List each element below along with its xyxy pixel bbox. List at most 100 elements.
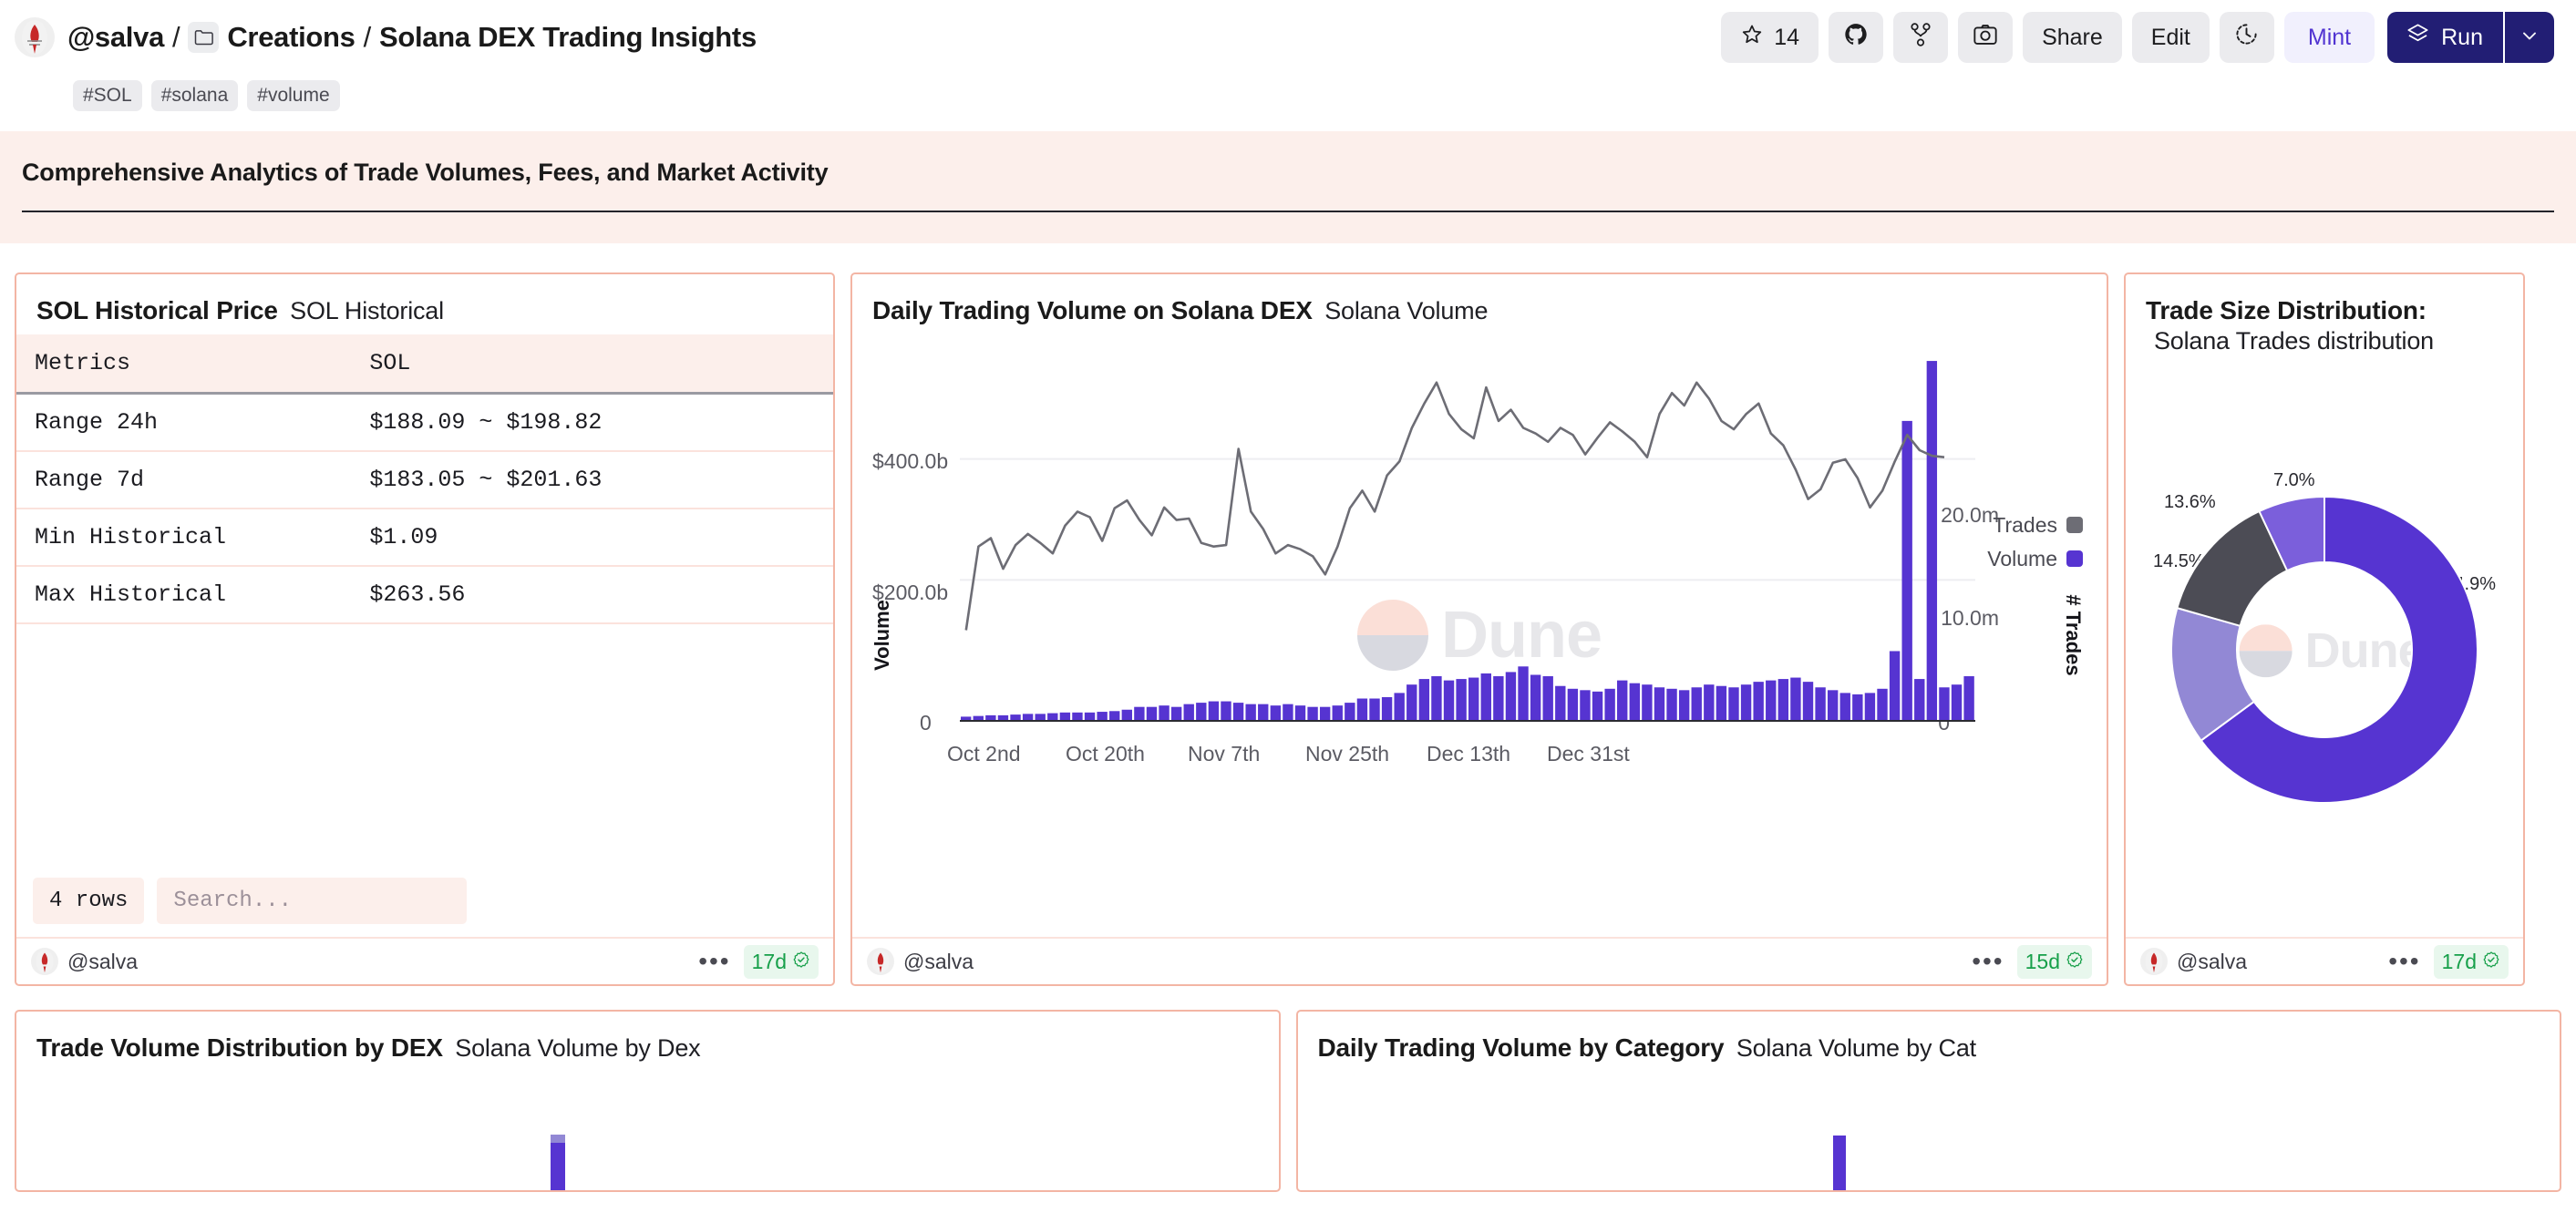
query-age-badge: 15d xyxy=(2016,944,2092,979)
panel-subtitle[interactable]: Solana Volume by Cat xyxy=(1736,1034,1976,1062)
query-age-label: 17d xyxy=(2441,949,2477,973)
edit-label: Edit xyxy=(2150,24,2190,50)
cell-value: $183.05 ~ $201.63 xyxy=(351,450,833,509)
panel-title: Daily Trading Volume on Solana DEX xyxy=(872,296,1313,324)
legend-label-volume: Volume xyxy=(1987,546,2057,570)
panel-footer: @salva ••• 15d xyxy=(852,937,2107,984)
author-avatar-icon xyxy=(2140,948,2168,975)
tag-sol[interactable]: #SOL xyxy=(73,80,142,111)
run-label: Run xyxy=(2441,24,2483,50)
query-age-badge: 17d xyxy=(2433,944,2509,979)
more-options-icon[interactable]: ••• xyxy=(2388,949,2420,974)
fork-button[interactable] xyxy=(1893,12,1949,63)
panel-daily-trading-volume: Daily Trading Volume on Solana DEX Solan… xyxy=(850,272,2108,986)
fork-icon xyxy=(1909,22,1932,54)
panel-subtitle[interactable]: SOL Historical xyxy=(290,297,444,324)
tag-volume[interactable]: #volume xyxy=(247,80,340,111)
column-header-sol[interactable]: SOL xyxy=(351,334,833,395)
clock-history-icon xyxy=(2234,22,2259,53)
chart-canvas-volume-by-category[interactable] xyxy=(1298,1072,2561,1190)
footer-actions: ••• 17d xyxy=(2388,944,2509,979)
edit-button[interactable]: Edit xyxy=(2131,12,2210,63)
star-icon xyxy=(1740,23,1764,53)
panel-title: Daily Trading Volume by Category xyxy=(1317,1033,1725,1062)
panel-title: SOL Historical Price xyxy=(36,296,278,324)
star-button[interactable]: 14 xyxy=(1721,12,1819,63)
panel-header: Daily Trading Volume on Solana DEX Solan… xyxy=(852,274,2107,334)
cell-metric: Min Historical xyxy=(16,508,352,567)
breadcrumb: @salva / Creations / Solana DEX Trading … xyxy=(67,21,757,54)
panel-header: SOL Historical Price SOL Historical xyxy=(16,274,833,334)
header-toolbar: 14 Share Edit Mint Run xyxy=(1721,12,2554,63)
cell-metric: Range 24h xyxy=(16,393,352,452)
panel-subtitle[interactable]: Solana Trades distribution xyxy=(2154,327,2434,355)
description-title: Comprehensive Analytics of Trade Volumes… xyxy=(22,159,829,186)
run-dropdown-button[interactable] xyxy=(2503,12,2554,63)
cell-metric: Max Historical xyxy=(16,565,352,624)
legend-label-trades: Trades xyxy=(1993,512,2057,537)
table-row: Range 7d $183.05 ~ $201.63 xyxy=(16,450,833,509)
stacked-bar xyxy=(1832,1136,1846,1190)
footer-actions: ••• 17d xyxy=(698,944,819,979)
chart-legend: Trades Volume xyxy=(1987,513,2083,571)
bar-segment-main xyxy=(1832,1136,1846,1190)
tag-list: #SOL #solana #volume xyxy=(0,75,2576,117)
bar-segment-top xyxy=(551,1135,565,1143)
table-row: Min Historical $1.09 xyxy=(16,508,833,567)
panel-footer: @salva ••• 17d xyxy=(2126,937,2523,984)
search-input[interactable] xyxy=(157,878,468,924)
breadcrumb-separator-2: / xyxy=(363,21,372,53)
run-button[interactable]: Run xyxy=(2387,12,2503,63)
panel-title: Trade Volume Distribution by DEX xyxy=(36,1033,443,1062)
author-avatar-icon xyxy=(31,948,58,975)
panel-footer: @salva ••• 17d xyxy=(16,937,833,984)
table-row: Range 24h $188.09 ~ $198.82 xyxy=(16,393,833,452)
panel-header: Daily Trading Volume by Category Solana … xyxy=(1298,1012,2561,1072)
verified-badge-icon xyxy=(2066,950,2084,974)
panel-title: Trade Size Distribution: xyxy=(2146,296,2427,324)
chart-canvas-daily-volume[interactable]: Dune Volume # Trades $400.0b $200.0b 0 2… xyxy=(852,334,2107,937)
more-options-icon[interactable]: ••• xyxy=(1972,949,2004,974)
user-avatar[interactable] xyxy=(15,17,55,57)
panel-subtitle[interactable]: Solana Volume xyxy=(1324,297,1488,324)
tag-solana[interactable]: #solana xyxy=(150,80,239,111)
description-divider xyxy=(22,211,2554,212)
share-button[interactable]: Share xyxy=(2023,12,2122,63)
legend-item-volume[interactable]: Volume xyxy=(1987,547,2083,571)
legend-swatch-trades xyxy=(2066,517,2083,534)
page-title: Solana DEX Trading Insights xyxy=(378,21,757,53)
panel-volume-by-dex: Trade Volume Distribution by DEX Solana … xyxy=(15,1010,1281,1192)
author-name[interactable]: @salva xyxy=(67,950,138,974)
panel-subtitle[interactable]: Solana Volume by Dex xyxy=(455,1034,700,1062)
table-row: Max Historical $263.56 xyxy=(16,565,833,624)
cell-value: $263.56 xyxy=(351,565,833,624)
history-button[interactable] xyxy=(2219,12,2274,63)
footer-actions: ••• 15d xyxy=(1972,944,2092,979)
cell-value: $1.09 xyxy=(351,508,833,567)
author-name[interactable]: @salva xyxy=(2177,950,2247,974)
mint-button[interactable]: Mint xyxy=(2283,12,2375,63)
chart-canvas-volume-by-dex[interactable] xyxy=(16,1072,1279,1190)
chevron-down-icon xyxy=(2519,25,2540,51)
column-header-metrics[interactable]: Metrics xyxy=(16,334,352,395)
github-icon xyxy=(1843,22,1869,54)
verified-badge-icon xyxy=(792,950,810,974)
screenshot-button[interactable] xyxy=(1958,12,2014,63)
breadcrumb-folder[interactable]: Creations xyxy=(227,21,355,54)
breadcrumb-user[interactable]: @salva xyxy=(67,21,164,54)
chart-canvas-trade-size[interactable]: Dune 64.9% 14.5% 13.6% 7.0% xyxy=(2126,363,2523,937)
row-count-label: 4 rows xyxy=(33,878,145,924)
panel-header: Trade Volume Distribution by DEX Solana … xyxy=(16,1012,1279,1072)
github-button[interactable] xyxy=(1829,12,1884,63)
verified-badge-icon xyxy=(2482,950,2500,974)
share-label: Share xyxy=(2042,24,2103,50)
table-header: Metrics SOL xyxy=(16,334,833,395)
author-name[interactable]: @salva xyxy=(903,950,974,974)
dashboard-grid-row-2: Trade Volume Distribution by DEX Solana … xyxy=(0,1010,2576,1192)
stacked-bar xyxy=(551,1135,565,1190)
table-body: Range 24h $188.09 ~ $198.82 Range 7d $18… xyxy=(16,393,833,624)
legend-item-trades[interactable]: Trades xyxy=(1987,513,2083,538)
more-options-icon[interactable]: ••• xyxy=(698,949,730,974)
folder-icon xyxy=(188,22,220,53)
run-button-group: Run xyxy=(2387,12,2554,63)
